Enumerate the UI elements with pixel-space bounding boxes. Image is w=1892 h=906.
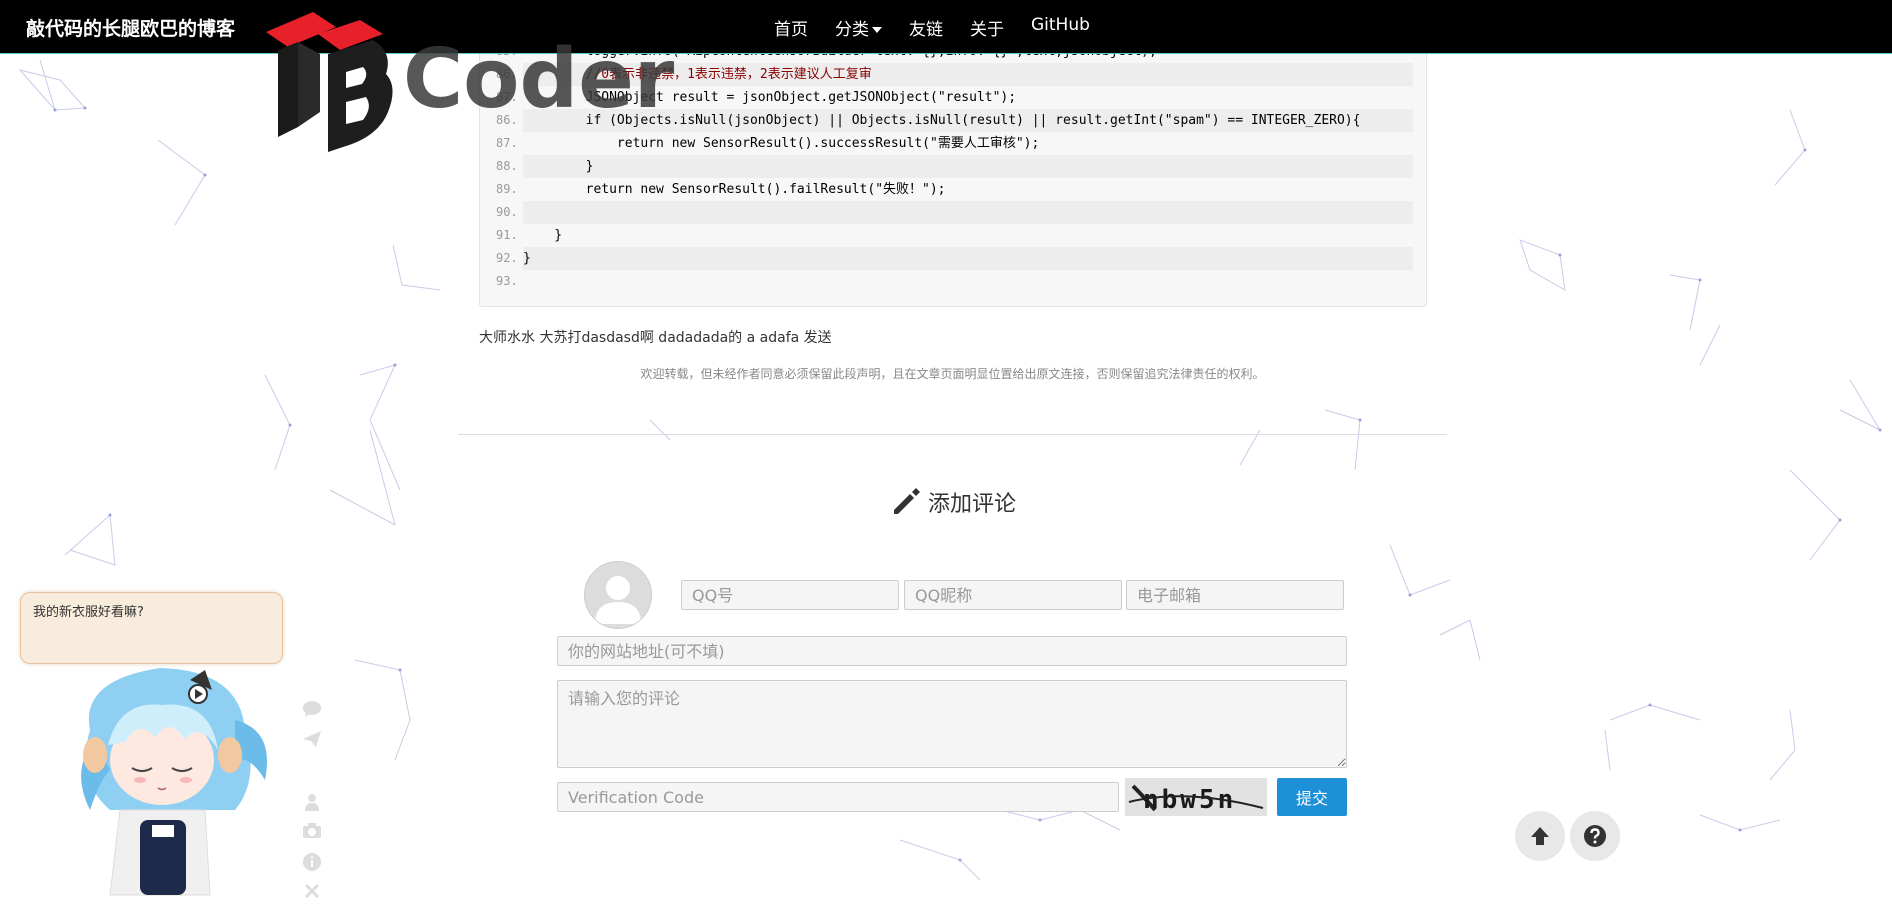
section-divider bbox=[458, 434, 1447, 435]
back-to-top-button[interactable] bbox=[1515, 811, 1565, 861]
submit-comment-button[interactable]: 提交 bbox=[1277, 778, 1347, 816]
arrow-up-icon bbox=[1531, 827, 1549, 845]
comment-title-text: 添加评论 bbox=[928, 492, 1017, 517]
code-text: } bbox=[523, 228, 563, 243]
site-brand[interactable]: 敲代码的长腿欧巴的博客 bbox=[26, 14, 235, 41]
code-text bbox=[523, 201, 1413, 224]
code-line: 92. } bbox=[480, 247, 1426, 270]
close-icon[interactable] bbox=[300, 882, 324, 904]
line-number: 91. bbox=[496, 228, 518, 242]
captcha-graphic: nbw5n bbox=[1125, 778, 1267, 816]
info-icon[interactable] bbox=[300, 852, 324, 874]
qq-number-input[interactable] bbox=[681, 580, 899, 610]
help-button[interactable] bbox=[1570, 811, 1620, 861]
line-number: 92. bbox=[496, 251, 518, 265]
code-text: } bbox=[523, 247, 1413, 270]
qq-nickname-input[interactable] bbox=[904, 580, 1122, 610]
paper-plane-icon[interactable] bbox=[300, 730, 324, 752]
code-text: return new SensorResult().failResult("失败… bbox=[523, 182, 946, 197]
code-line: 89. return new SensorResult().failResult… bbox=[480, 178, 1426, 201]
copyright-notice: 欢迎转载，但未经作者同意必须保留此段声明，且在文章页面明显位置给出原文连接，否则… bbox=[640, 367, 1265, 381]
nav-menu: 首页 分类 友链 关于 GitHub bbox=[774, 15, 1117, 40]
nav-item-categories-label: 分类 bbox=[835, 20, 869, 40]
code-line: 88. } bbox=[480, 155, 1426, 178]
website-input[interactable] bbox=[557, 636, 1347, 666]
nav-item-home[interactable]: 首页 bbox=[774, 15, 808, 40]
line-number: 93. bbox=[496, 274, 518, 288]
code-line: 91. } bbox=[480, 224, 1426, 247]
code-line: 90. bbox=[480, 201, 1426, 224]
camera-icon[interactable] bbox=[300, 822, 324, 844]
code-text: } bbox=[523, 155, 1413, 178]
captcha-image[interactable]: nbw5n bbox=[1125, 778, 1267, 816]
post-body-text: 大师水水 大苏打dasdasd啊 dadadada的 a adafa 发送 bbox=[479, 330, 832, 346]
code-line: 93. bbox=[480, 270, 1426, 293]
line-number: 90. bbox=[496, 205, 518, 219]
live2d-speech-bubble: 我的新衣服好看嘛? bbox=[20, 592, 283, 664]
chat-icon[interactable] bbox=[300, 700, 324, 722]
question-circle-icon bbox=[1584, 825, 1606, 847]
pencil-icon bbox=[894, 488, 920, 514]
live2d-character[interactable] bbox=[70, 660, 290, 903]
nav-item-about[interactable]: 关于 bbox=[970, 15, 1004, 40]
line-number: 89. bbox=[496, 182, 518, 196]
nav-item-categories[interactable]: 分类 bbox=[835, 15, 882, 40]
comment-textarea[interactable] bbox=[557, 680, 1347, 768]
default-avatar-icon bbox=[585, 562, 651, 628]
logo-text: Coder bbox=[403, 32, 675, 127]
nav-item-github[interactable]: GitHub bbox=[1031, 15, 1090, 40]
verification-code-input[interactable] bbox=[557, 782, 1119, 812]
caret-down-icon bbox=[872, 27, 882, 33]
line-number: 88. bbox=[496, 159, 518, 173]
nav-item-links[interactable]: 友链 bbox=[909, 15, 943, 40]
coder-logo: Coder bbox=[266, 12, 675, 152]
user-icon[interactable] bbox=[300, 792, 324, 814]
avatar bbox=[584, 561, 652, 629]
email-input[interactable] bbox=[1126, 580, 1344, 610]
comment-section-title: 添加评论 bbox=[890, 486, 1016, 518]
